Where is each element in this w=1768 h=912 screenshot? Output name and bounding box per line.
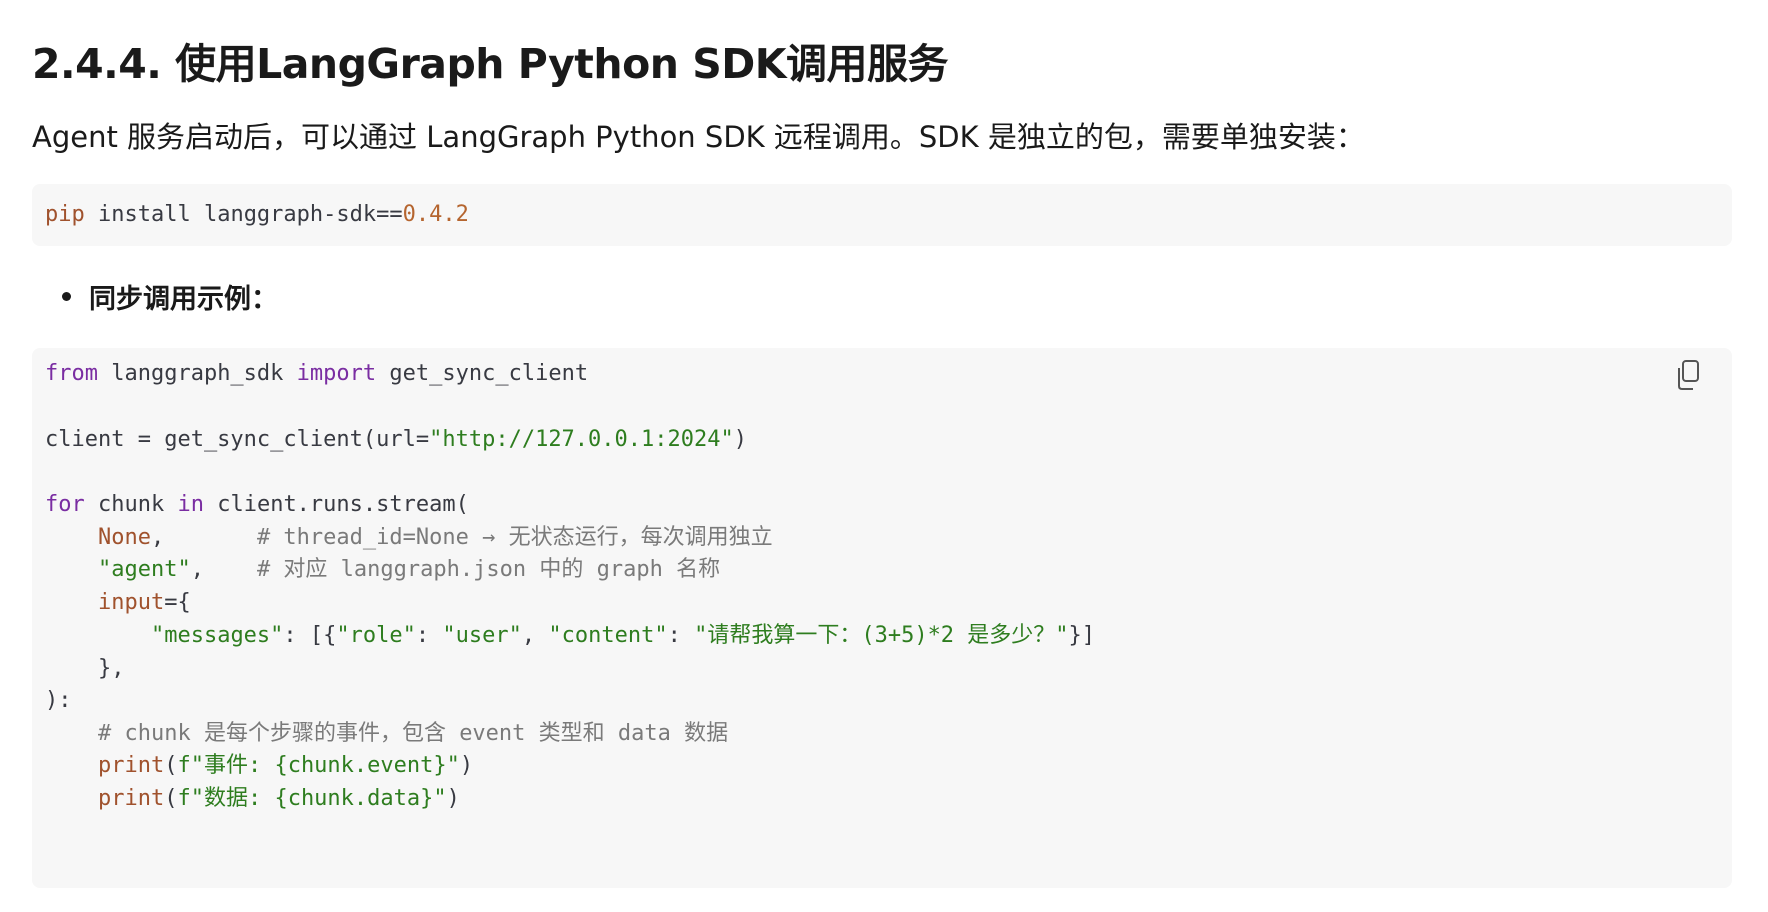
- code-token: import: [296, 361, 377, 386]
- code-line-6: input={: [45, 589, 191, 617]
- code-token-install-args: install langgraph-sdk==: [84, 202, 403, 227]
- code-token: (: [164, 786, 178, 811]
- code-token: }]: [1068, 623, 1096, 648]
- code-token: print: [97, 786, 165, 811]
- code-token: : [{: [283, 623, 337, 648]
- section-title: 2.4.4. 使用LangGraph Python SDK调用服务: [32, 40, 949, 88]
- code-token: "agent": [97, 557, 191, 582]
- code-token: ,: [521, 623, 549, 648]
- code-token: "http://127.0.0.1:2024": [429, 427, 734, 452]
- code-comment: # thread_id=None → 无状态运行，每次调用独立: [256, 525, 773, 550]
- code-line-1: from langgraph_sdk import get_sync_clien…: [45, 360, 588, 388]
- code-token: "user": [442, 623, 522, 648]
- install-code-block[interactable]: pip install langgraph-sdk==0.4.2: [32, 184, 1732, 246]
- code-token: client = get_sync_client(url=: [45, 427, 430, 452]
- code-token-pip: pip: [45, 202, 85, 227]
- code-token: langgraph_sdk: [97, 361, 297, 386]
- code-token: ): [733, 427, 747, 452]
- code-token-version: 0.4.2: [402, 202, 469, 227]
- code-line-4: None, # thread_id=None → 无状态运行，每次调用独立: [45, 524, 773, 552]
- intro-paragraph: Agent 服务启动后，可以通过 LangGraph Python SDK 远程…: [32, 120, 1365, 154]
- code-token: (: [164, 753, 178, 778]
- code-line-11: print(f"事件: {chunk.event}"): [45, 752, 473, 780]
- code-token: :: [667, 623, 695, 648]
- code-token: ,: [150, 525, 257, 550]
- code-token: client.runs.stream(: [203, 492, 469, 517]
- code-line-9: ):: [45, 688, 72, 713]
- code-line-5: "agent", # 对应 langgraph.json 中的 graph 名称: [45, 556, 720, 584]
- code-line-7: "messages": [{"role": "user", "content":…: [45, 622, 1095, 650]
- code-line-10: # chunk 是每个步骤的事件，包含 event 类型和 data 数据: [45, 720, 728, 748]
- code-line-3: for chunk in client.runs.stream(: [45, 491, 469, 519]
- code-token: ): [446, 786, 460, 811]
- code-token: print: [97, 753, 165, 778]
- code-token: ={: [164, 590, 191, 615]
- code-token: input: [97, 590, 165, 615]
- copy-icon[interactable]: [1674, 358, 1704, 392]
- bullet-dot-icon: [62, 291, 71, 301]
- code-token: in: [177, 492, 204, 517]
- code-token: ): [459, 753, 474, 778]
- code-line-2: client = get_sync_client(url="http://127…: [45, 426, 747, 454]
- code-token: get_sync_client: [376, 361, 589, 386]
- code-line-12: print(f"数据: {chunk.data}"): [45, 785, 460, 813]
- code-token: "messages": [150, 623, 284, 648]
- code-token: "role": [336, 623, 416, 648]
- code-token: "请帮我算一下：(3+5)*2 是多少？": [694, 623, 1069, 648]
- code-token: f"数据: {chunk.data}": [177, 786, 447, 811]
- install-code-line: pip install langgraph-sdk==0.4.2: [45, 201, 469, 229]
- code-token: :: [415, 623, 443, 648]
- bullet-label: 同步调用示例：: [89, 283, 278, 315]
- bullet-item: 同步调用示例：: [62, 276, 278, 316]
- code-token: chunk: [84, 492, 178, 517]
- code-comment: # 对应 langgraph.json 中的 graph 名称: [256, 557, 721, 582]
- code-token: "content": [548, 623, 668, 648]
- example-code-block[interactable]: from langgraph_sdk import get_sync_clien…: [32, 348, 1732, 888]
- code-token: ,: [190, 557, 257, 582]
- code-comment: # chunk 是每个步骤的事件，包含 event 类型和 data 数据: [97, 721, 729, 746]
- code-token: for: [45, 492, 85, 517]
- code-line-8: },: [45, 656, 125, 681]
- code-token: f"事件: {chunk.event}": [177, 753, 460, 778]
- code-token: from: [45, 361, 98, 386]
- code-token: None: [97, 525, 151, 550]
